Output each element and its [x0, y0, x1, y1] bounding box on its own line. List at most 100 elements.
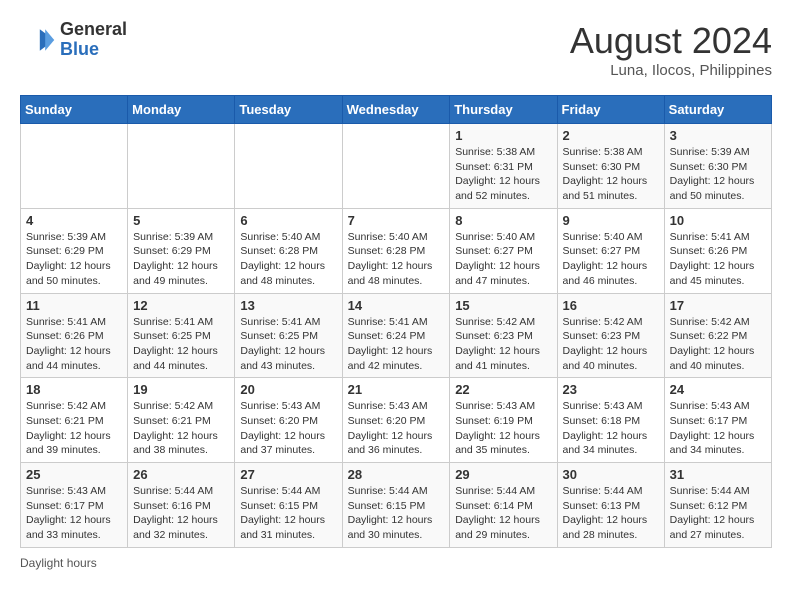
- day-number: 14: [348, 298, 445, 313]
- calendar-cell: 17Sunrise: 5:42 AM Sunset: 6:22 PM Dayli…: [664, 293, 771, 378]
- footer: Daylight hours: [20, 556, 772, 570]
- calendar-cell: [235, 124, 342, 209]
- day-number: 9: [563, 213, 659, 228]
- calendar-week-row: 11Sunrise: 5:41 AM Sunset: 6:26 PM Dayli…: [21, 293, 772, 378]
- weekday-header-cell: Tuesday: [235, 96, 342, 124]
- calendar-week-row: 1 Sunrise: 5:38 AM Sunset: 6:31 PM Daylig…: [21, 124, 772, 209]
- day-info: Sunrise: 5:44 AM Sunset: 6:15 PM Dayligh…: [240, 484, 336, 543]
- calendar-cell: 31Sunrise: 5:44 AM Sunset: 6:12 PM Dayli…: [664, 463, 771, 548]
- day-info: Sunrise: 5:39 AM Sunset: 6:29 PM Dayligh…: [133, 230, 229, 289]
- day-number: 4: [26, 213, 122, 228]
- day-info: Sunrise: 5:41 AM Sunset: 6:25 PM Dayligh…: [240, 315, 336, 374]
- calendar-body: 1 Sunrise: 5:38 AM Sunset: 6:31 PM Daylig…: [21, 124, 772, 548]
- day-number: 3: [670, 128, 766, 143]
- logo-icon: [20, 22, 56, 58]
- day-info: Sunrise: 5:43 AM Sunset: 6:20 PM Dayligh…: [348, 399, 445, 458]
- day-info: Sunrise: 5:43 AM Sunset: 6:17 PM Dayligh…: [670, 399, 766, 458]
- calendar-cell: 20Sunrise: 5:43 AM Sunset: 6:20 PM Dayli…: [235, 378, 342, 463]
- day-number: 28: [348, 467, 445, 482]
- calendar-cell: 8 Sunrise: 5:40 AM Sunset: 6:27 PM Daylig…: [450, 208, 557, 293]
- weekday-header-cell: Thursday: [450, 96, 557, 124]
- calendar-cell: 26 Sunrise: 5:44 AM Sunset: 6:16 PM Dayli…: [128, 463, 235, 548]
- calendar-cell: 19 Sunrise: 5:42 AM Sunset: 6:21 PM Dayli…: [128, 378, 235, 463]
- logo-text: General Blue: [60, 20, 127, 60]
- logo-blue: Blue: [60, 39, 99, 59]
- calendar-table: SundayMondayTuesdayWednesdayThursdayFrid…: [20, 95, 772, 548]
- calendar-cell: 23 Sunrise: 5:43 AM Sunset: 6:18 PM Dayli…: [557, 378, 664, 463]
- weekday-header-row: SundayMondayTuesdayWednesdayThursdayFrid…: [21, 96, 772, 124]
- calendar-cell: 22 Sunrise: 5:43 AM Sunset: 6:19 PM Dayli…: [450, 378, 557, 463]
- calendar-cell: [21, 124, 128, 209]
- calendar-cell: 15 Sunrise: 5:42 AM Sunset: 6:23 PM Dayli…: [450, 293, 557, 378]
- day-info: Sunrise: 5:38 AM Sunset: 6:31 PM Dayligh…: [455, 145, 551, 204]
- month-year: August 2024: [570, 20, 772, 62]
- day-number: 5: [133, 213, 229, 228]
- calendar-cell: 2 Sunrise: 5:38 AM Sunset: 6:30 PM Daylig…: [557, 124, 664, 209]
- day-number: 22: [455, 382, 551, 397]
- calendar-cell: 6 Sunrise: 5:40 AM Sunset: 6:28 PM Daylig…: [235, 208, 342, 293]
- calendar-cell: 30 Sunrise: 5:44 AM Sunset: 6:13 PM Dayli…: [557, 463, 664, 548]
- calendar-cell: 3 Sunrise: 5:39 AM Sunset: 6:30 PM Daylig…: [664, 124, 771, 209]
- calendar-week-row: 25Sunrise: 5:43 AM Sunset: 6:17 PM Dayli…: [21, 463, 772, 548]
- calendar-week-row: 18Sunrise: 5:42 AM Sunset: 6:21 PM Dayli…: [21, 378, 772, 463]
- day-info: Sunrise: 5:38 AM Sunset: 6:30 PM Dayligh…: [563, 145, 659, 204]
- day-number: 10: [670, 213, 766, 228]
- day-info: Sunrise: 5:42 AM Sunset: 6:21 PM Dayligh…: [133, 399, 229, 458]
- day-info: Sunrise: 5:40 AM Sunset: 6:27 PM Dayligh…: [455, 230, 551, 289]
- calendar-cell: [128, 124, 235, 209]
- day-number: 30: [563, 467, 659, 482]
- calendar-cell: 18Sunrise: 5:42 AM Sunset: 6:21 PM Dayli…: [21, 378, 128, 463]
- location: Luna, Ilocos, Philippines: [570, 62, 772, 79]
- day-info: Sunrise: 5:41 AM Sunset: 6:26 PM Dayligh…: [670, 230, 766, 289]
- calendar-cell: 27Sunrise: 5:44 AM Sunset: 6:15 PM Dayli…: [235, 463, 342, 548]
- weekday-header-cell: Monday: [128, 96, 235, 124]
- day-number: 19: [133, 382, 229, 397]
- day-info: Sunrise: 5:39 AM Sunset: 6:30 PM Dayligh…: [670, 145, 766, 204]
- day-info: Sunrise: 5:42 AM Sunset: 6:21 PM Dayligh…: [26, 399, 122, 458]
- day-info: Sunrise: 5:42 AM Sunset: 6:23 PM Dayligh…: [563, 315, 659, 374]
- day-number: 16: [563, 298, 659, 313]
- day-info: Sunrise: 5:40 AM Sunset: 6:28 PM Dayligh…: [348, 230, 445, 289]
- calendar-cell: 14 Sunrise: 5:41 AM Sunset: 6:24 PM Dayli…: [342, 293, 450, 378]
- calendar-cell: 10 Sunrise: 5:41 AM Sunset: 6:26 PM Dayli…: [664, 208, 771, 293]
- calendar-week-row: 4 Sunrise: 5:39 AM Sunset: 6:29 PM Daylig…: [21, 208, 772, 293]
- day-number: 17: [670, 298, 766, 313]
- day-number: 20: [240, 382, 336, 397]
- day-number: 23: [563, 382, 659, 397]
- day-info: Sunrise: 5:41 AM Sunset: 6:24 PM Dayligh…: [348, 315, 445, 374]
- day-number: 8: [455, 213, 551, 228]
- day-number: 2: [563, 128, 659, 143]
- weekday-header-cell: Saturday: [664, 96, 771, 124]
- day-number: 12: [133, 298, 229, 313]
- day-number: 1: [455, 128, 551, 143]
- calendar-cell: 25Sunrise: 5:43 AM Sunset: 6:17 PM Dayli…: [21, 463, 128, 548]
- day-number: 21: [348, 382, 445, 397]
- day-number: 7: [348, 213, 445, 228]
- day-info: Sunrise: 5:40 AM Sunset: 6:28 PM Dayligh…: [240, 230, 336, 289]
- day-info: Sunrise: 5:41 AM Sunset: 6:25 PM Dayligh…: [133, 315, 229, 374]
- calendar-cell: 11Sunrise: 5:41 AM Sunset: 6:26 PM Dayli…: [21, 293, 128, 378]
- calendar-cell: 9Sunrise: 5:40 AM Sunset: 6:27 PM Daylig…: [557, 208, 664, 293]
- calendar-cell: 28Sunrise: 5:44 AM Sunset: 6:15 PM Dayli…: [342, 463, 450, 548]
- day-number: 31: [670, 467, 766, 482]
- weekday-header-cell: Friday: [557, 96, 664, 124]
- calendar-cell: 21 Sunrise: 5:43 AM Sunset: 6:20 PM Dayli…: [342, 378, 450, 463]
- day-number: 29: [455, 467, 551, 482]
- day-info: Sunrise: 5:44 AM Sunset: 6:16 PM Dayligh…: [133, 484, 229, 543]
- calendar-cell: 7 Sunrise: 5:40 AM Sunset: 6:28 PM Daylig…: [342, 208, 450, 293]
- calendar-cell: 12 Sunrise: 5:41 AM Sunset: 6:25 PM Dayli…: [128, 293, 235, 378]
- day-info: Sunrise: 5:42 AM Sunset: 6:23 PM Dayligh…: [455, 315, 551, 374]
- day-info: Sunrise: 5:41 AM Sunset: 6:26 PM Dayligh…: [26, 315, 122, 374]
- day-number: 26: [133, 467, 229, 482]
- calendar-cell: [342, 124, 450, 209]
- title-block: August 2024 Luna, Ilocos, Philippines: [570, 20, 772, 79]
- calendar-cell: 5 Sunrise: 5:39 AM Sunset: 6:29 PM Daylig…: [128, 208, 235, 293]
- day-number: 6: [240, 213, 336, 228]
- calendar-cell: 4 Sunrise: 5:39 AM Sunset: 6:29 PM Daylig…: [21, 208, 128, 293]
- daylight-label: Daylight hours: [20, 556, 97, 570]
- day-info: Sunrise: 5:44 AM Sunset: 6:13 PM Dayligh…: [563, 484, 659, 543]
- day-info: Sunrise: 5:39 AM Sunset: 6:29 PM Dayligh…: [26, 230, 122, 289]
- day-info: Sunrise: 5:43 AM Sunset: 6:18 PM Dayligh…: [563, 399, 659, 458]
- day-number: 15: [455, 298, 551, 313]
- day-info: Sunrise: 5:43 AM Sunset: 6:19 PM Dayligh…: [455, 399, 551, 458]
